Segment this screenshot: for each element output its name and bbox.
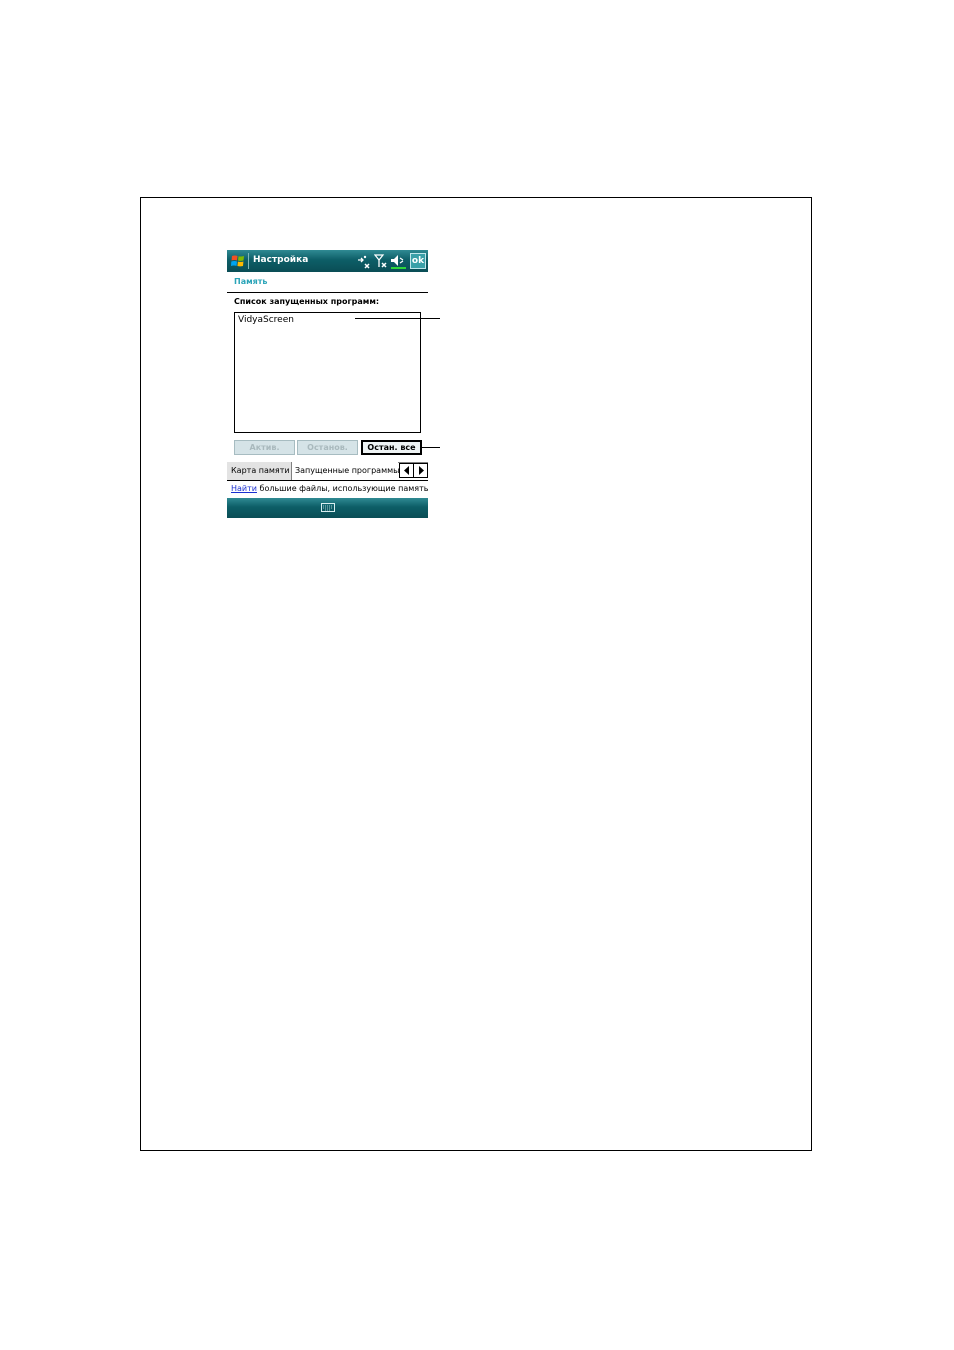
- programs-list[interactable]: VidyaScreen: [234, 312, 421, 433]
- callout-line-stop-all: [421, 447, 440, 448]
- ok-button[interactable]: ok: [410, 253, 426, 269]
- arrow-left-icon[interactable]: [401, 465, 413, 476]
- title-bar: Настройка ok: [227, 250, 428, 272]
- tabs-bottom-border: [227, 480, 428, 481]
- signal-off-icon[interactable]: [374, 253, 388, 269]
- activate-button[interactable]: Актив.: [234, 440, 295, 455]
- window-title: Настройка: [253, 255, 309, 265]
- scroll-divider: [413, 464, 414, 477]
- callout-line-list: [355, 318, 440, 319]
- title-separator: [248, 253, 249, 269]
- volume-icon[interactable]: [390, 253, 407, 269]
- section-title: Память: [234, 277, 268, 286]
- footer-description: большие файлы, использующие память.: [256, 484, 428, 493]
- tab-scroll-buttons: [399, 463, 428, 478]
- list-item[interactable]: VidyaScreen: [238, 315, 294, 325]
- connectivity-icon[interactable]: [357, 253, 371, 269]
- footer-text: Найти большие файлы, использующие память…: [231, 484, 428, 493]
- keyboard-icon[interactable]: [321, 503, 335, 512]
- arrow-right-icon[interactable]: [415, 465, 427, 476]
- tab-memory-card[interactable]: Карта памяти: [227, 462, 292, 480]
- stop-all-button[interactable]: Остан. все: [361, 440, 422, 455]
- windows-start-icon[interactable]: [230, 253, 246, 269]
- section-divider: [227, 292, 428, 293]
- tab-running-programs[interactable]: Запущенные программы: [292, 462, 399, 480]
- device-screen: Настройка ok Память Список запущенных пр…: [227, 250, 428, 518]
- menu-bar: [227, 498, 428, 518]
- stop-button[interactable]: Останов.: [297, 440, 358, 455]
- programs-list-label: Список запущенных программ:: [234, 297, 380, 306]
- find-link[interactable]: Найти: [231, 484, 257, 493]
